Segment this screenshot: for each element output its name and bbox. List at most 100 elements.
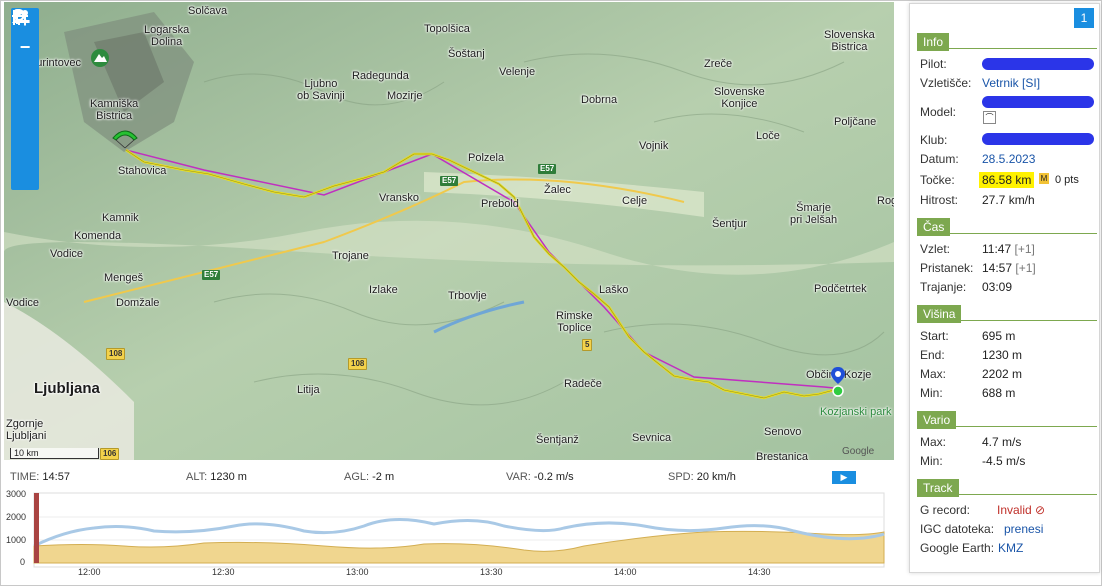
place-label: Senovo <box>764 426 802 438</box>
medal-icon: M <box>1039 173 1049 184</box>
vario-max-label: Max: <box>920 435 947 449</box>
road-shield: E57 <box>202 270 221 280</box>
g-record-label: G record: <box>920 503 971 517</box>
x-tick: 13:00 <box>346 567 369 577</box>
min-height-value: 688 m <box>982 386 1016 400</box>
kmz-download-link[interactable]: KMZ <box>998 541 1023 555</box>
zoom-out-button[interactable]: − <box>11 34 39 60</box>
section-track-title: Track <box>917 479 959 497</box>
x-tick: 13:30 <box>480 567 503 577</box>
flight-info-panel: 1 Info Pilot: Vzletišče: Vetrnik [SI] Mo… <box>909 3 1100 573</box>
place-label: Šentjanž <box>536 434 579 446</box>
igc-label: IGC datoteka: <box>920 522 995 536</box>
duration-label: Trajanje: <box>920 280 967 294</box>
place-label: Slovenska Bistrica <box>824 29 875 53</box>
map-toolbar: + − <box>11 8 39 190</box>
distance-value: 86.58 km <box>979 172 1035 188</box>
place-label: Stahovica <box>118 165 167 177</box>
start-label: Start: <box>920 329 949 343</box>
place-label: Loče <box>756 130 780 142</box>
min-height-label: Min: <box>920 386 943 400</box>
section-info-title: Info <box>917 33 950 51</box>
road-shield: E57 <box>440 176 459 186</box>
road-shield: 106 <box>100 448 120 460</box>
pilot-label: Pilot: <box>920 57 947 71</box>
status-var: VAR: -0.2 m/s <box>506 471 574 483</box>
launch-label: Vzletišče: <box>920 76 972 90</box>
y-tick: 0 <box>20 557 26 567</box>
place-label: Komenda <box>74 230 122 242</box>
place-label: Trojane <box>332 250 369 262</box>
igc-download-link[interactable]: prenesi <box>1004 522 1043 536</box>
duration-value: 03:09 <box>982 280 1013 294</box>
place-label: Sevnica <box>632 432 672 444</box>
landing-label: Pristanek: <box>920 261 974 275</box>
place-label: Domžale <box>116 297 160 309</box>
place-label: Šmarje pri Jelšah <box>790 202 838 226</box>
flag-icon[interactable] <box>11 10 39 164</box>
google-earth-label: Google Earth: <box>920 541 995 555</box>
place-label: Solčava <box>188 5 228 17</box>
invalid-icon: ⊘ <box>1035 503 1046 517</box>
redacted-pilot <box>982 58 1094 70</box>
map-view[interactable]: Solčava Logarska Dolina Turintovec Kamni… <box>4 2 894 460</box>
takeoff-label: Vzlet: <box>920 242 951 256</box>
flight-number-badge[interactable]: 1 <box>1074 8 1094 28</box>
place-label: Polzela <box>468 152 505 164</box>
place-label: Podčetrtek <box>814 283 867 295</box>
glider-icon: ⌒ <box>983 111 996 124</box>
pin-icon[interactable] <box>11 9 39 112</box>
takeoff-value: 11:47 [+1] <box>982 242 1035 256</box>
place-label: Vojnik <box>639 140 669 152</box>
speed-label: Hitrost: <box>920 193 959 207</box>
place-label: Laško <box>599 284 629 296</box>
status-alt: ALT: 1230 m <box>186 471 247 483</box>
landing-marker-icon[interactable] <box>830 366 846 398</box>
place-label: Velenje <box>499 66 536 78</box>
redacted-club <box>982 133 1094 145</box>
date-link[interactable]: 28.5.2023 <box>982 152 1035 166</box>
place-label: Rimske Toplice <box>556 310 593 334</box>
points-label: Točke: <box>920 173 955 187</box>
end-label: End: <box>920 348 945 362</box>
place-label: Prebold <box>481 198 519 210</box>
start-value: 695 m <box>982 329 1016 343</box>
plane-icon[interactable] <box>11 9 39 138</box>
date-label: Datum: <box>920 152 959 166</box>
vario-min-label: Min: <box>920 454 943 468</box>
x-tick: 14:30 <box>748 567 771 577</box>
place-label: Trbovlje <box>448 290 487 302</box>
road-shield: 5 <box>582 339 593 351</box>
place-label: Žalec <box>544 184 571 196</box>
launch-link[interactable]: Vetrnik [SI] <box>982 76 1040 90</box>
map-terrain <box>4 2 894 460</box>
y-tick: 3000 <box>6 489 27 499</box>
status-spd: SPD: 20 km/h <box>668 471 736 483</box>
club-label: Klub: <box>920 133 948 147</box>
section-time-title: Čas <box>917 218 951 236</box>
max-height-value: 2202 m <box>982 367 1023 381</box>
y-tick: 1000 <box>6 535 27 545</box>
place-label: Mengeš <box>104 272 144 284</box>
x-tick: 14:00 <box>614 567 637 577</box>
place-label: Slovenske Konjice <box>714 86 765 110</box>
vario-min-value: -4.5 m/s <box>982 454 1026 468</box>
place-label: Radegunda <box>352 70 409 82</box>
place-label: Brestanica <box>756 451 808 460</box>
place-label: Poljčane <box>834 116 877 128</box>
play-button[interactable]: ▶ <box>832 471 856 484</box>
people-icon[interactable] <box>11 10 39 190</box>
place-label: Topolšica <box>424 23 470 35</box>
place-label: Vodice <box>6 297 40 309</box>
takeoff-paraglider-icon[interactable] <box>110 126 140 150</box>
place-label: Zgornje Ljubljani <box>6 418 47 442</box>
section-vario-title: Vario <box>917 411 957 429</box>
place-label: Rog <box>877 195 894 207</box>
place-label: Celje <box>622 195 648 207</box>
mountain-poi-icon <box>91 49 109 67</box>
section-height-title: Višina <box>917 305 962 323</box>
end-value: 1230 m <box>982 348 1023 362</box>
road-shield: 108 <box>106 348 126 360</box>
location-icon[interactable] <box>11 9 39 86</box>
place-label: Radeče <box>564 378 602 390</box>
